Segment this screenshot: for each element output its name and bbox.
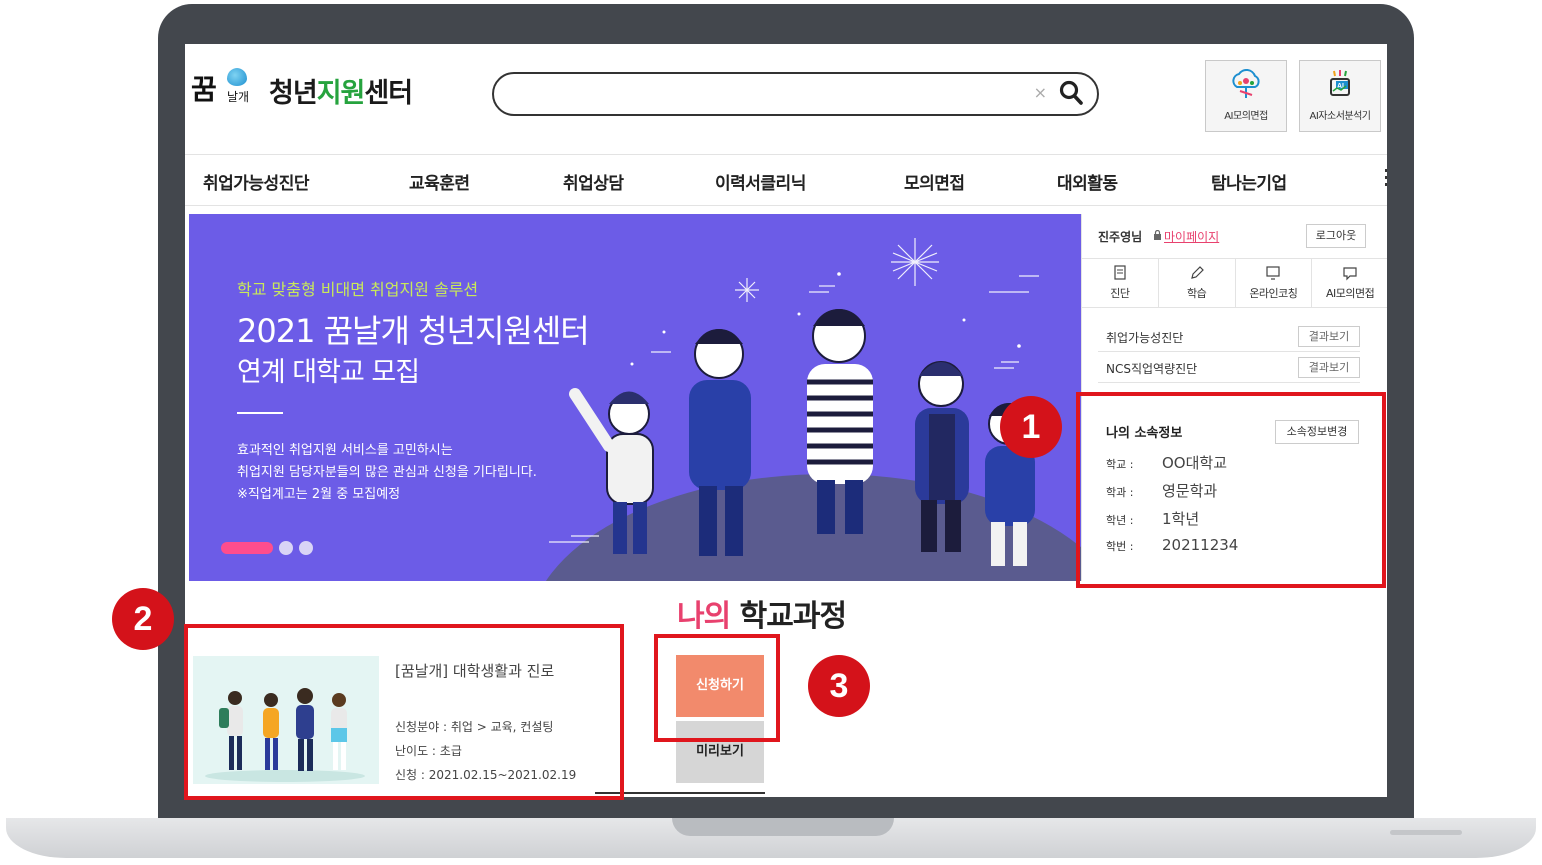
logo-text-green: 지원 xyxy=(316,77,366,109)
tab-learning-label: 학습 xyxy=(1187,287,1207,300)
result-row-ncs: NCS직업역량진단 결과보기 xyxy=(1098,353,1360,383)
nav-item-mock-interview[interactable]: 모의면접 xyxy=(904,169,965,194)
stage: 꿈 날개 청년지원센터 × AI모의면접 AI AI자소서분석기 취업가능성진단… xyxy=(0,0,1542,865)
logo-text: 청년지원센터 xyxy=(269,71,413,110)
banner-title-line1: 2021 꿈날개 청년지원센터 xyxy=(237,312,590,350)
view-result-button[interactable]: 결과보기 xyxy=(1298,357,1360,378)
tab-online-coaching-label: 온라인코칭 xyxy=(1249,287,1298,300)
tab-diagnosis[interactable]: 진단 xyxy=(1082,259,1159,307)
banner-subtitle: 학교 맞춤형 비대면 취업지원 솔루션 xyxy=(237,280,479,299)
promo-banner[interactable]: 학교 맞춤형 비대면 취업지원 솔루션 2021 꿈날개 청년지원센터 연계 대… xyxy=(189,214,1081,581)
result-label: 취업가능성진단 xyxy=(1106,331,1184,345)
tab-learning[interactable]: 학습 xyxy=(1159,259,1236,307)
tab-diagnosis-label: 진단 xyxy=(1110,287,1130,300)
nav-item-education-training[interactable]: 교육훈련 xyxy=(409,169,470,194)
site-logo[interactable]: 꿈 날개 청년지원센터 xyxy=(189,66,413,114)
highlight-box-affiliation xyxy=(1076,392,1386,588)
logo-mark-icon: 꿈 날개 xyxy=(189,66,261,114)
banner-description: 효과적인 취업지원 서비스를 고민하시는 취업지원 담당자분들의 많은 관심과 … xyxy=(237,440,537,506)
carousel-dot[interactable] xyxy=(279,541,293,555)
carousel-dot[interactable] xyxy=(299,541,313,555)
chat-icon xyxy=(1343,267,1357,281)
user-name: 진주영님 xyxy=(1098,230,1143,244)
nav-item-resume-clinic[interactable]: 이력서클리닉 xyxy=(715,169,806,194)
banner-desc-line2: 취업지원 담당자분들의 많은 관심과 신청을 기다립니다. xyxy=(237,465,537,480)
monitor-icon xyxy=(1266,266,1280,280)
view-result-button[interactable]: 결과보기 xyxy=(1298,326,1360,347)
nav-item-employability-diagnosis[interactable]: 취업가능성진단 xyxy=(203,169,309,194)
result-label: NCS직업역량진단 xyxy=(1106,362,1198,376)
diagnosis-icon xyxy=(1114,265,1126,280)
ai-interview-label: AI모의면접 xyxy=(1224,111,1268,122)
ai-interview-button[interactable]: AI모의면접 xyxy=(1205,60,1287,132)
section-title-main: 학교과정 xyxy=(730,599,847,634)
nav-item-employment-counseling[interactable]: 취업상담 xyxy=(563,169,624,194)
highlight-box-apply xyxy=(654,634,780,742)
banner-illustration xyxy=(546,238,1081,581)
logo-text-black: 청년 xyxy=(269,77,318,109)
search-icon[interactable] xyxy=(1059,80,1083,106)
section-title-accent: 나의 xyxy=(677,599,731,634)
result-row-employability: 취업가능성진단 결과보기 xyxy=(1098,322,1360,352)
logout-button[interactable]: 로그아웃 xyxy=(1306,224,1366,248)
banner-desc-line1: 효과적인 취업지원 서비스를 고민하시는 xyxy=(237,443,453,458)
carousel-dot-active[interactable] xyxy=(221,542,273,554)
logo-text-center: 센터 xyxy=(364,77,413,109)
highlight-box-course xyxy=(184,624,624,800)
logo-drop-icon xyxy=(227,68,247,86)
banner-title-line2: 연계 대학교 모집 xyxy=(237,357,420,388)
step-badge-3: 3 xyxy=(808,655,870,717)
tab-ai-interview[interactable]: AI모의면접 xyxy=(1312,259,1387,307)
mypage-link[interactable]: 마이페이지 xyxy=(1164,228,1219,245)
laptop-slot xyxy=(1390,830,1462,835)
banner-divider xyxy=(237,412,283,414)
laptop-notch xyxy=(672,818,894,836)
nav-item-external-activities[interactable]: 대외활동 xyxy=(1057,169,1118,194)
ai-interview-icon xyxy=(1232,69,1260,98)
main-nav: 취업가능성진단 교육훈련 취업상담 이력서클리닉 모의면접 대외활동 탐나는기업 xyxy=(185,154,1387,206)
ai-resume-analyzer-button[interactable]: AI AI자소서분석기 xyxy=(1299,60,1381,132)
search-input[interactable]: × xyxy=(492,72,1099,116)
lock-icon xyxy=(1154,230,1161,240)
ai-resume-analyzer-label: AI자소서분석기 xyxy=(1309,111,1372,122)
step-badge-1: 1 xyxy=(1000,396,1062,458)
section-title: 나의 학교과정 xyxy=(677,591,847,635)
logo-mark-bottom: 날개 xyxy=(227,90,250,104)
side-tabs: 진단 학습 온라인코칭 AI모의면접 xyxy=(1082,258,1387,308)
pencil-icon xyxy=(1190,266,1204,279)
tab-online-coaching[interactable]: 온라인코칭 xyxy=(1236,259,1313,307)
tab-ai-interview-label: AI모의면접 xyxy=(1326,287,1375,300)
nav-menu-icon[interactable] xyxy=(1385,169,1387,191)
logo-mark-top: 꿈 xyxy=(191,73,217,106)
clear-icon[interactable]: × xyxy=(1034,83,1047,102)
nav-item-companies[interactable]: 탐나는기업 xyxy=(1211,169,1287,194)
carousel-indicators xyxy=(221,541,313,555)
banner-desc-line3: ※직업계고는 2월 중 모집예정 xyxy=(237,487,401,502)
ai-resume-analyzer-icon: AI xyxy=(1330,70,1350,96)
step-badge-2: 2 xyxy=(112,588,174,650)
